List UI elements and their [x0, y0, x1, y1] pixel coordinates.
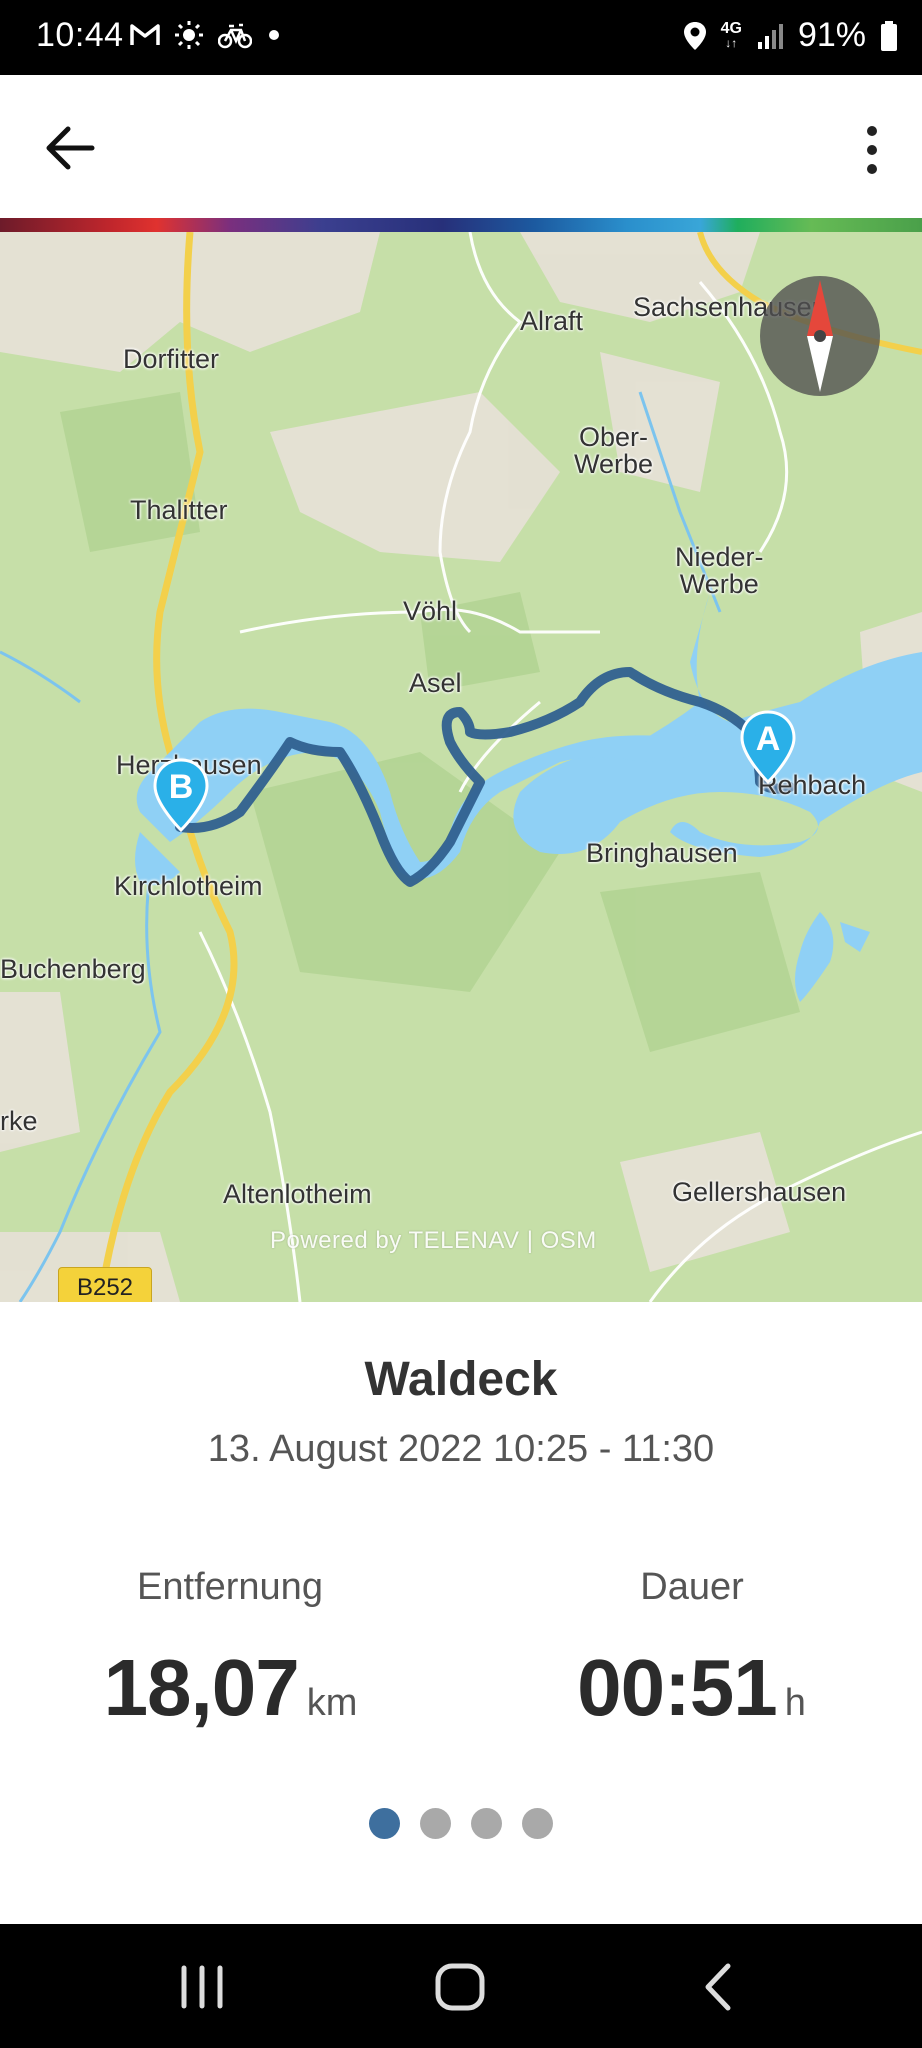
trip-datetime: 13. August 2022 10:25 - 11:30	[207, 1428, 715, 1470]
page-dot-3[interactable]	[471, 1808, 502, 1839]
sun-icon	[175, 21, 203, 49]
map-attribution: Powered by TELENAV | OSM	[270, 1227, 597, 1254]
compass-icon	[807, 280, 833, 392]
place-dorfitter: Dorfitter	[123, 344, 220, 374]
page-indicator	[0, 1808, 922, 1839]
battery-icon	[881, 20, 897, 51]
app-bar	[0, 75, 922, 218]
compass-button[interactable]	[760, 276, 880, 396]
route-color-strip	[0, 218, 922, 232]
place-asel: Asel	[409, 668, 462, 698]
duration-stat: 00:51 h	[461, 1642, 922, 1734]
place-buchenberg: Buchenberg	[0, 954, 146, 984]
signal-icon	[757, 23, 783, 49]
arrow-left-icon[interactable]	[40, 123, 100, 173]
place-rke: rke	[0, 1106, 38, 1136]
status-bar: 10:44 4G ↓↑ 91%	[0, 0, 922, 75]
network-icon: 4G ↓↑	[720, 19, 742, 50]
battery-percent: 91%	[797, 16, 866, 54]
place-kirchlotheim: Kirchlotheim	[114, 871, 263, 901]
home-icon[interactable]	[430, 1962, 490, 2012]
trip-summary: Waldeck 13. August 2022 10:25 - 11:30 En…	[0, 1302, 922, 1924]
page-dot-4[interactable]	[522, 1808, 553, 1839]
gmail-icon	[130, 24, 160, 45]
place-vohl: Vöhl	[403, 596, 458, 626]
dot-icon	[269, 30, 279, 40]
system-nav-bar	[0, 1924, 922, 2048]
bicycle-icon	[218, 23, 252, 49]
start-marker[interactable]: A	[740, 710, 796, 785]
distance-label: Entfernung	[137, 1566, 323, 1608]
distance-stat: 18,07 km	[0, 1642, 461, 1734]
road-badge: B252	[58, 1267, 152, 1302]
duration-unit: h	[784, 1682, 806, 1724]
duration-label: Dauer	[640, 1566, 744, 1608]
place-nieder-werbe: Nieder- Werbe	[675, 542, 764, 599]
place-ober-werbe: Ober- Werbe	[574, 422, 654, 479]
end-marker[interactable]: B	[153, 758, 209, 833]
distance-unit: km	[306, 1682, 358, 1724]
place-gellershausen: Gellershausen	[672, 1177, 847, 1207]
trip-title: Waldeck	[364, 1353, 558, 1406]
page-dot-2[interactable]	[420, 1808, 451, 1839]
distance-value: 18,07	[103, 1643, 300, 1732]
notification-icons	[130, 20, 282, 50]
page-dot-1[interactable]	[369, 1808, 400, 1839]
more-vert-icon[interactable]	[862, 125, 882, 175]
place-altenlotheim: Altenlotheim	[223, 1179, 372, 1209]
start-marker-label: A	[755, 720, 781, 758]
network-type: 4G	[720, 19, 742, 37]
end-marker-label: B	[168, 768, 194, 806]
location-icon	[683, 21, 706, 50]
place-thalitter: Thalitter	[130, 495, 228, 525]
route-map[interactable]: Sachsenhausen Alraft Dorfitter Ober- Wer…	[0, 232, 922, 1302]
duration-value: 00:51	[577, 1643, 778, 1732]
place-bringhausen: Bringhausen	[586, 838, 738, 868]
place-alraft: Alraft	[520, 306, 584, 336]
recent-apps-icon[interactable]	[172, 1962, 232, 2012]
back-icon[interactable]	[690, 1962, 750, 2012]
status-time: 10:44	[36, 16, 124, 54]
